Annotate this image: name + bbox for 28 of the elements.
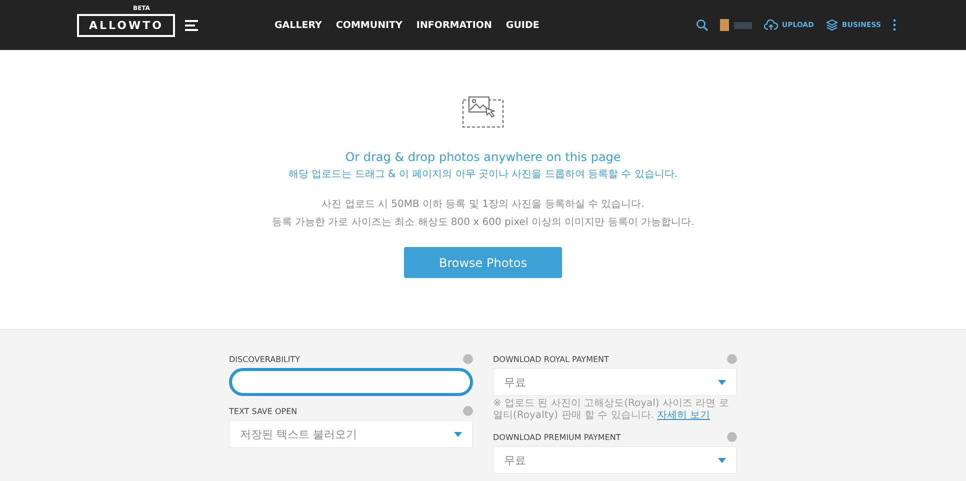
cloud-upload-icon — [764, 19, 778, 31]
field-label: TEXT SAVE OPEN — [229, 406, 298, 416]
field-note: ※ 업로드 된 사진이 고해상도(Royal) 사이즈 라면 로열티(Royalty) 판매 할 수 있습니다. 자세히 보기 — [493, 398, 730, 422]
drop-subtitle: 해당 업로드는 드래그 & 이 페이지의 아무 곳이나 사진을 드롭하여 등록할 수 있습니다. — [288, 168, 678, 181]
field-label: DOWNLOAD PREMIUM PAYMENT — [493, 432, 621, 442]
select-field[interactable]: 무료 — [493, 446, 737, 474]
nav-link[interactable]: COMMUNITY — [336, 20, 402, 30]
nav-link[interactable]: GUIDE — [506, 20, 540, 30]
logo[interactable]: ALLOWTO — [77, 14, 176, 36]
caret-icon — [718, 380, 726, 384]
drop-title: Or drag & drop photos anywhere on this page — [345, 150, 621, 164]
field-label: DISCOVERABILITY — [229, 354, 300, 364]
layers-icon — [826, 19, 838, 31]
upload-note: 등록 가능한 가로 사이즈는 최소 해상도 800 x 600 pixel 이상의 이미지만 등록이 가능합니다. — [272, 216, 694, 229]
caret-icon — [718, 458, 726, 462]
input-field[interactable] — [229, 368, 473, 396]
more-icon[interactable] — [893, 19, 896, 31]
caret-icon — [454, 432, 462, 436]
nav-link[interactable]: INFORMATION — [416, 20, 492, 30]
menu-icon[interactable] — [185, 20, 198, 30]
field-label: DOWNLOAD ROYAL PAYMENT — [493, 354, 609, 364]
nav-link[interactable]: GALLERY — [274, 20, 322, 30]
avatar-placeholder[interactable] — [720, 19, 752, 31]
select-field[interactable]: 무료 — [493, 368, 737, 396]
search-icon[interactable] — [696, 19, 708, 31]
image-drop-icon — [462, 96, 504, 128]
select-field[interactable]: 저장된 텍스트 불러오기 — [229, 420, 473, 448]
upload-note: 사진 업로드 시 50MB 이하 등록 및 1장의 사진을 등록하실 수 있습니다. — [322, 198, 644, 211]
